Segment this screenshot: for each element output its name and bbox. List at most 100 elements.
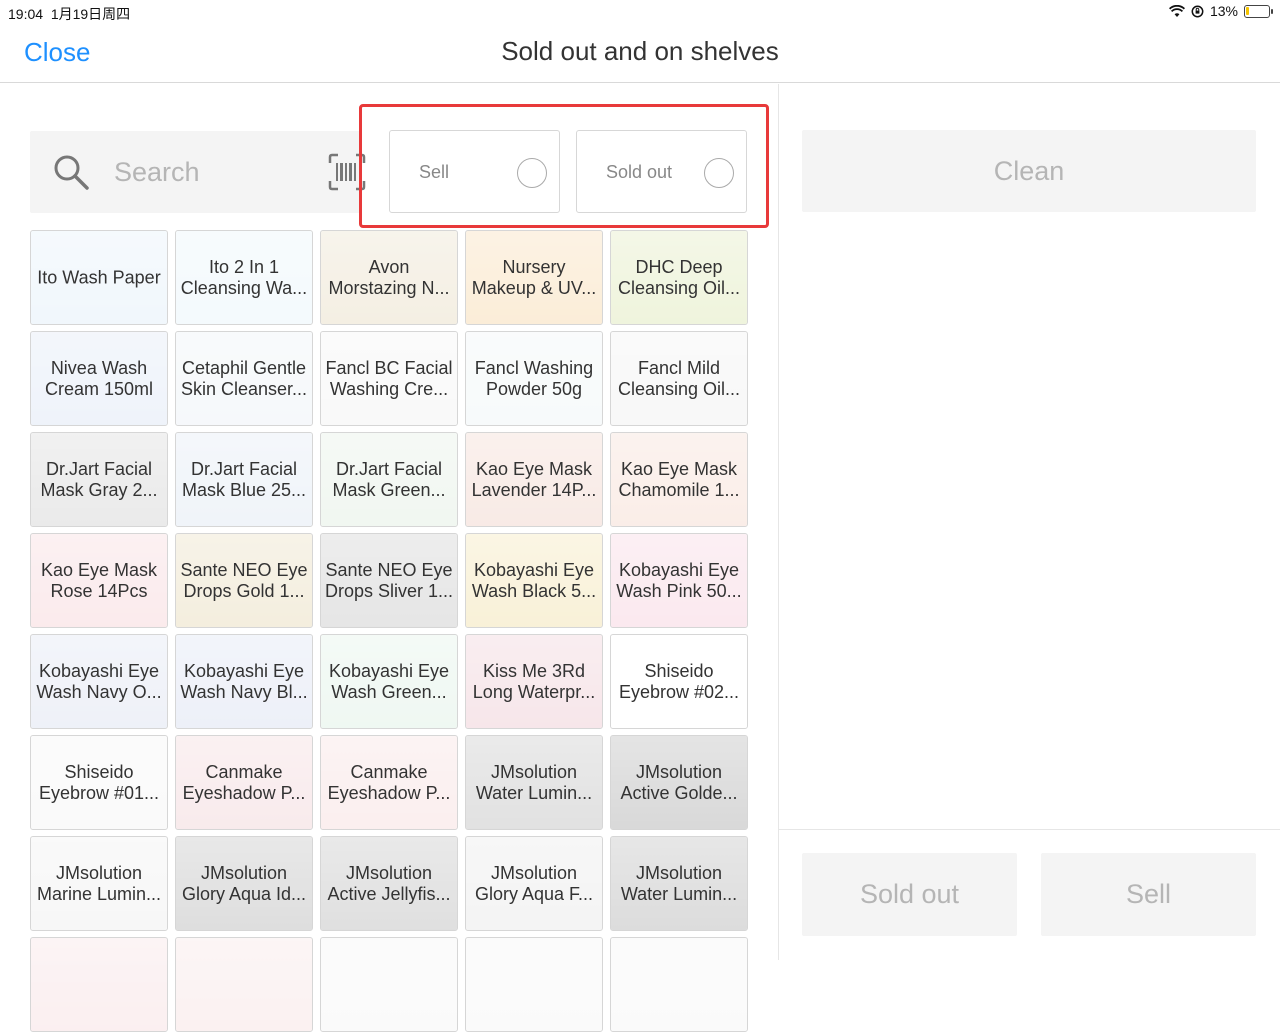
product-name: JMsolution Water Lumin... (475, 761, 593, 803)
product-tile[interactable]: Fancl BC Facial Washing Cre... (320, 331, 458, 426)
product-name: Kao Eye Mask Chamomile 1... (618, 458, 740, 500)
product-tile[interactable] (320, 937, 458, 1032)
sell-filter-radio[interactable]: Sell (389, 130, 560, 213)
product-image (31, 938, 167, 1031)
product-name: Kobayashi Eye Wash Pink 50... (616, 559, 742, 601)
status-time-text: 19:04 (8, 6, 44, 22)
product-name: Fancl Washing Powder 50g (474, 357, 594, 399)
product-name: Kobayashi Eye Wash Navy O... (36, 660, 162, 702)
radio-circle-icon (517, 158, 547, 188)
product-tile[interactable]: Kao Eye Mask Rose 14Pcs (30, 533, 168, 628)
product-tile[interactable]: Ito 2 In 1 Cleansing Wa... (175, 230, 313, 325)
product-name: Nivea Wash Cream 150ml (44, 357, 154, 399)
product-tile[interactable]: JMsolution Active Jellyfis... (320, 836, 458, 931)
product-tile[interactable]: Sante NEO Eye Drops Sliver 1... (320, 533, 458, 628)
product-tile[interactable]: Canmake Eyeshadow P... (320, 735, 458, 830)
product-tile[interactable]: DHC Deep Cleansing Oil... (610, 230, 748, 325)
product-name: Kobayashi Eye Wash Black 5... (471, 559, 597, 601)
product-image (176, 938, 312, 1031)
product-name: Nursery Makeup & UV... (471, 256, 597, 298)
product-tile[interactable]: Fancl Washing Powder 50g (465, 331, 603, 426)
product-name: Avon Morstazing N... (328, 256, 450, 298)
product-tile[interactable]: JMsolution Water Lumin... (610, 836, 748, 931)
product-tile[interactable]: Cetaphil Gentle Skin Cleanser... (175, 331, 313, 426)
nav-bar: Close Sold out and on shelves (0, 24, 1280, 83)
product-name: Dr.Jart Facial Mask Gray 2... (40, 458, 158, 500)
product-tile[interactable]: Dr.Jart Facial Mask Green... (320, 432, 458, 527)
product-tile[interactable]: Kobayashi Eye Wash Navy Bl... (175, 634, 313, 729)
product-name: Dr.Jart Facial Mask Green... (332, 458, 446, 500)
product-tile[interactable]: JMsolution Active Golde... (610, 735, 748, 830)
status-bar: 19:04 1月19日周四 13% (0, 0, 1280, 24)
product-name: Kao Eye Mask Rose 14Pcs (40, 559, 158, 601)
product-tile[interactable] (610, 937, 748, 1032)
status-date-text: 1月19日周四 (50, 6, 131, 22)
product-tile[interactable]: JMsolution Glory Aqua Id... (175, 836, 313, 931)
product-tile[interactable]: Ito Wash Paper (30, 230, 168, 325)
product-image (321, 938, 457, 1031)
product-tile[interactable]: Kobayashi Eye Wash Black 5... (465, 533, 603, 628)
product-tile[interactable]: Avon Morstazing N... (320, 230, 458, 325)
clean-button[interactable]: Clean (802, 130, 1256, 212)
sold-out-filter-radio[interactable]: Sold out (576, 130, 747, 213)
product-tile[interactable]: Dr.Jart Facial Mask Gray 2... (30, 432, 168, 527)
product-name: DHC Deep Cleansing Oil... (617, 256, 741, 298)
product-name: Dr.Jart Facial Mask Blue 25... (181, 458, 307, 500)
product-tile[interactable]: Kao Eye Mask Chamomile 1... (610, 432, 748, 527)
status-right: 13% (1168, 3, 1273, 19)
product-image (466, 938, 602, 1031)
product-tile[interactable]: Nursery Makeup & UV... (465, 230, 603, 325)
product-name: Shiseido Eyebrow #01... (38, 761, 160, 803)
product-name: Ito Wash Paper (37, 267, 161, 287)
product-tile[interactable]: Kobayashi Eye Wash Pink 50... (610, 533, 748, 628)
product-name: Kobayashi Eye Wash Green... (328, 660, 450, 702)
product-name: Sante NEO Eye Drops Gold 1... (180, 559, 308, 601)
page-title: Sold out and on shelves (501, 36, 779, 66)
radio-circle-icon (704, 158, 734, 188)
product-tile[interactable]: Dr.Jart Facial Mask Blue 25... (175, 432, 313, 527)
battery-level (1246, 6, 1249, 15)
product-name: Kiss Me 3Rd Long Waterpr... (472, 660, 596, 702)
product-name: Kao Eye Mask Lavender 14P... (471, 458, 597, 500)
battery-percent: 13% (1209, 3, 1238, 19)
search-input[interactable]: Search (114, 157, 200, 188)
status-time: 19:04 1月19日周四 (8, 4, 130, 24)
product-tile[interactable]: Kobayashi Eye Wash Navy O... (30, 634, 168, 729)
product-tile[interactable]: JMsolution Glory Aqua F... (465, 836, 603, 931)
product-name: JMsolution Active Golde... (620, 761, 738, 803)
product-tile[interactable]: Kao Eye Mask Lavender 14P... (465, 432, 603, 527)
product-name: Canmake Eyeshadow P... (182, 761, 306, 803)
product-tile[interactable]: Fancl Mild Cleansing Oil... (610, 331, 748, 426)
sold-out-filter-label: Sold out (606, 162, 673, 182)
product-name: Kobayashi Eye Wash Navy Bl... (180, 660, 308, 702)
product-name: Shiseido Eyebrow #02... (618, 660, 740, 702)
product-tile[interactable]: Canmake Eyeshadow P... (175, 735, 313, 830)
product-tile[interactable]: JMsolution Marine Lumin... (30, 836, 168, 931)
product-tile[interactable] (30, 937, 168, 1032)
search-icon (54, 155, 89, 190)
product-name: JMsolution Glory Aqua Id... (181, 862, 307, 904)
search-bar[interactable]: Search (30, 131, 366, 213)
product-tile[interactable]: Kiss Me 3Rd Long Waterpr... (465, 634, 603, 729)
product-tile[interactable]: Shiseido Eyebrow #01... (30, 735, 168, 830)
product-tile[interactable]: Shiseido Eyebrow #02... (610, 634, 748, 729)
sell-button[interactable]: Sell (1041, 853, 1256, 936)
product-name: JMsolution Marine Lumin... (36, 862, 162, 904)
sold-out-button[interactable]: Sold out (802, 853, 1017, 936)
product-name: Cetaphil Gentle Skin Cleanser... (180, 357, 308, 399)
bottom-divider (779, 829, 1280, 830)
product-tile[interactable]: Kobayashi Eye Wash Green... (320, 634, 458, 729)
product-tile[interactable]: JMsolution Water Lumin... (465, 735, 603, 830)
product-tile[interactable] (465, 937, 603, 1032)
battery-icon (1244, 4, 1273, 18)
product-name: Fancl Mild Cleansing Oil... (617, 357, 741, 399)
product-name: Ito 2 In 1 Cleansing Wa... (180, 256, 308, 298)
product-tile[interactable]: Nivea Wash Cream 150ml (30, 331, 168, 426)
product-tile[interactable]: Sante NEO Eye Drops Gold 1... (175, 533, 313, 628)
sell-filter-label: Sell (419, 162, 450, 182)
orientation-lock-icon (1191, 5, 1204, 17)
product-name: JMsolution Glory Aqua F... (474, 862, 594, 904)
product-tile[interactable] (175, 937, 313, 1032)
product-name: Fancl BC Facial Washing Cre... (325, 357, 453, 399)
product-name: JMsolution Water Lumin... (620, 862, 738, 904)
